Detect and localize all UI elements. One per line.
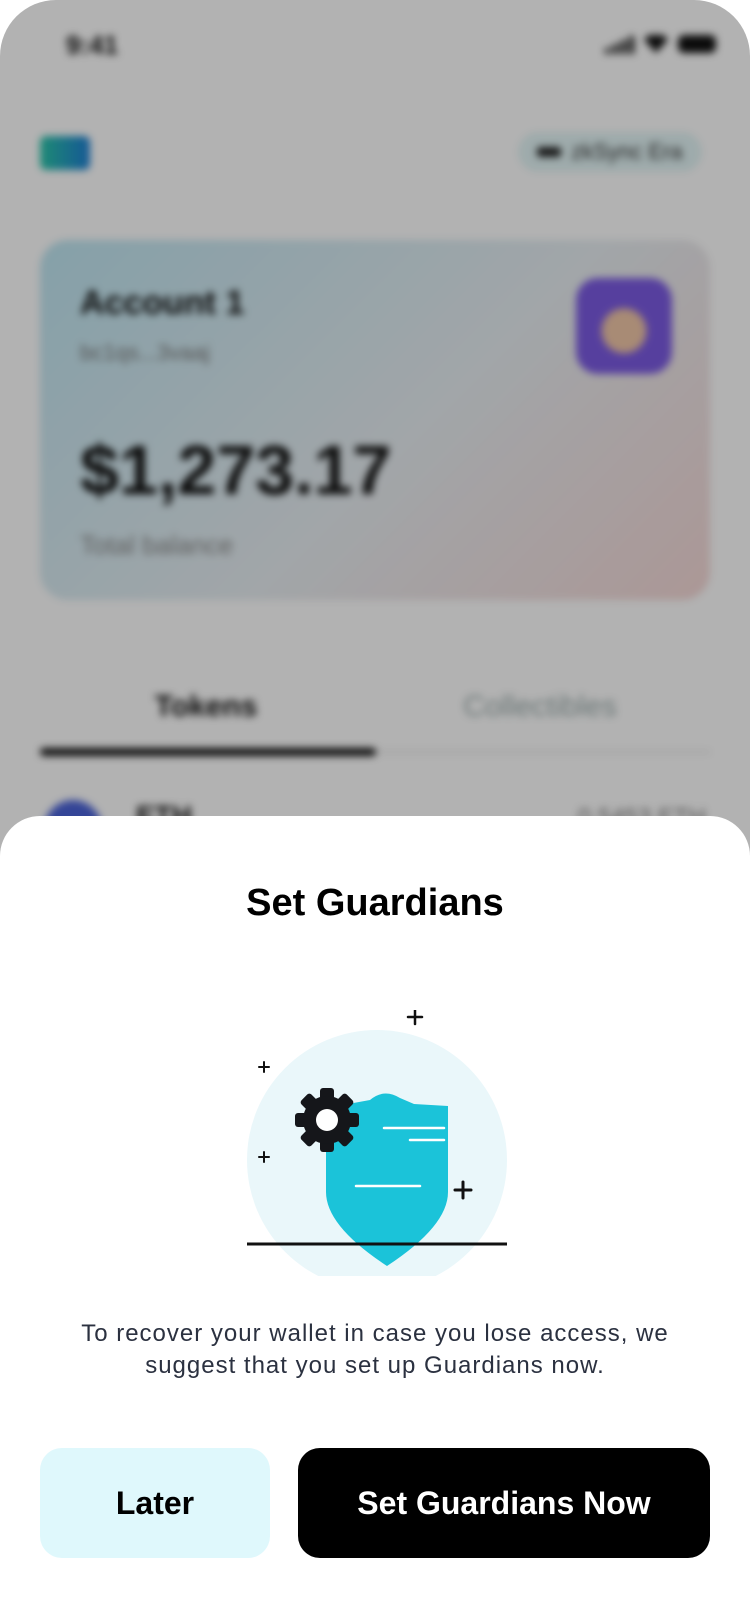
later-button[interactable]: Later	[40, 1448, 270, 1558]
phone-screen: 9:41 zkSync Era Account 1 bc1qs...3vaaj …	[0, 0, 750, 1624]
sheet-title: Set Guardians	[246, 882, 504, 924]
set-guardians-sheet: Set Guardians To recover your wallet in …	[0, 816, 750, 1624]
sheet-description: To recover your wallet in case you lose …	[81, 1320, 669, 1379]
gear-icon	[295, 1088, 359, 1152]
set-guardians-now-button[interactable]: Set Guardians Now	[298, 1448, 710, 1558]
guardian-illustration	[247, 1010, 507, 1276]
sparkle-icon	[406, 1010, 424, 1026]
sparkle-icon	[258, 1061, 270, 1073]
